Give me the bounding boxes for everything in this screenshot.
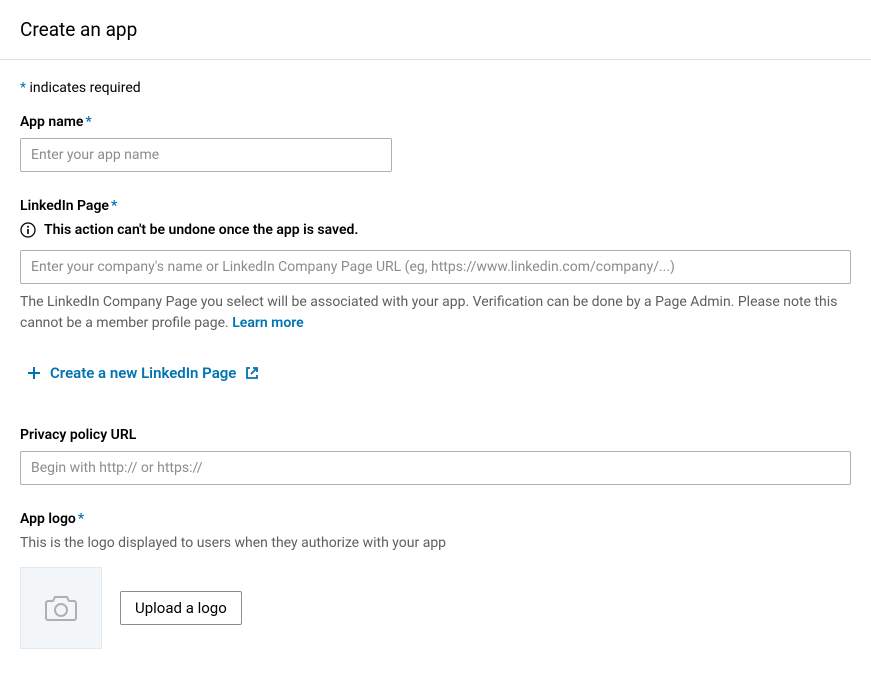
help-text-content: The LinkedIn Company Page you select wil… [20,294,837,331]
linkedin-page-help: The LinkedIn Company Page you select wil… [20,292,851,334]
asterisk-icon: * [85,114,91,130]
app-name-input[interactable] [20,138,392,172]
warning-row: This action can't be undone once the app… [20,222,851,238]
plus-icon [26,365,42,381]
create-page-link-text: Create a new LinkedIn Page [50,364,236,382]
logo-upload-row: Upload a logo [20,567,851,649]
warning-text: This action can't be undone once the app… [44,222,358,238]
create-linkedin-page-link[interactable]: Create a new LinkedIn Page [26,364,260,382]
upload-logo-button[interactable]: Upload a logo [120,591,242,625]
linkedin-page-input[interactable] [20,250,851,284]
camera-icon [44,594,78,622]
external-link-icon [244,365,260,381]
linkedin-page-label-text: LinkedIn Page [20,198,109,214]
app-name-label: App name* [20,114,851,130]
privacy-url-input[interactable] [20,451,851,485]
linkedin-page-label: LinkedIn Page* [20,198,851,214]
privacy-url-label: Privacy policy URL [20,427,851,443]
app-logo-section: App logo* This is the logo displayed to … [20,511,851,649]
linkedin-page-section: LinkedIn Page* This action can't be undo… [20,198,851,385]
page-header: Create an app [0,0,871,60]
asterisk-icon: * [111,198,117,214]
required-note-text: indicates required [26,80,141,96]
required-indicator-note: * indicates required [20,80,851,96]
app-name-label-text: App name [20,114,83,130]
app-logo-description: This is the logo displayed to users when… [20,535,851,551]
info-icon [20,222,36,238]
app-logo-label-text: App logo [20,511,76,527]
app-name-section: App name* [20,114,851,172]
page-title: Create an app [20,18,851,41]
app-logo-label: App logo* [20,511,851,527]
form-content: * indicates required App name* LinkedIn … [0,60,871,695]
logo-placeholder[interactable] [20,567,102,649]
asterisk-icon: * [78,511,84,527]
learn-more-link[interactable]: Learn more [232,315,303,331]
privacy-url-section: Privacy policy URL [20,427,851,485]
